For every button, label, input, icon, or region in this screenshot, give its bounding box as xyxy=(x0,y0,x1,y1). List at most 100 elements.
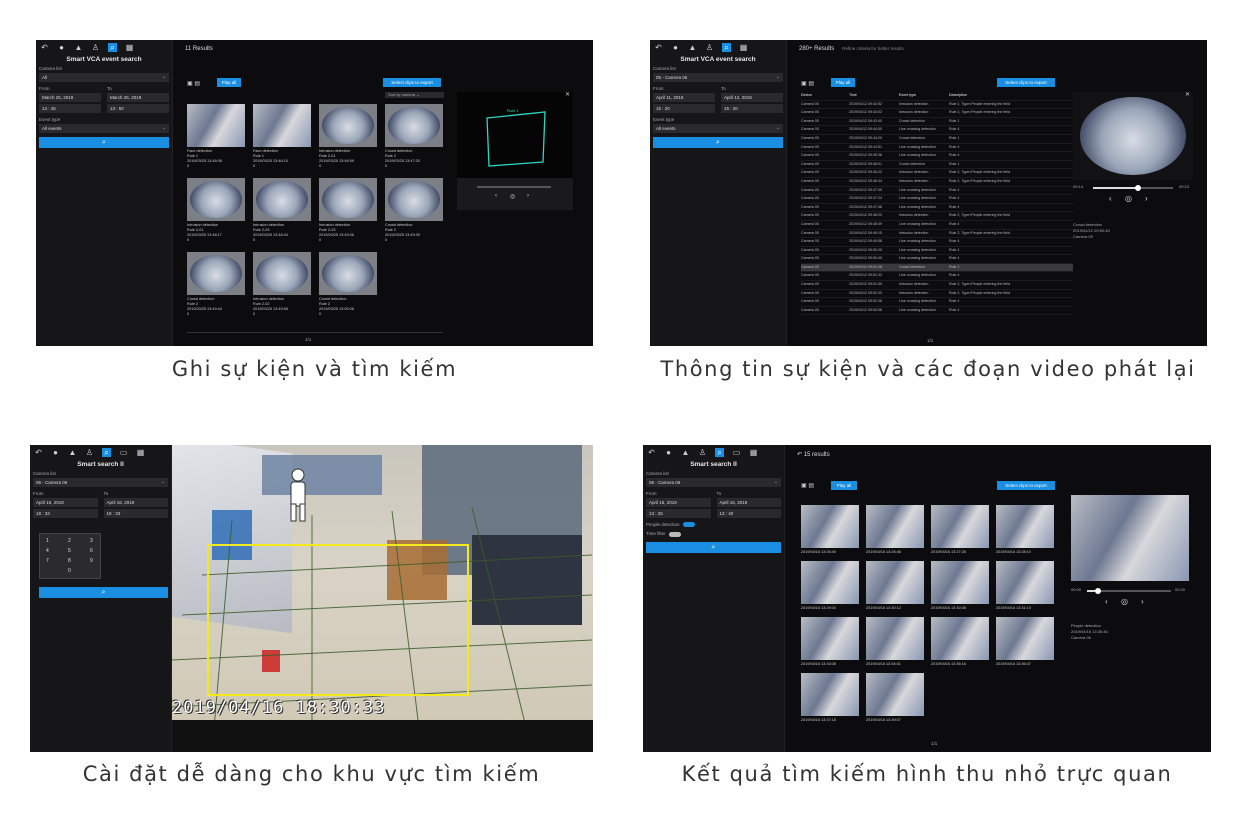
camera-icon[interactable]: ● xyxy=(51,448,60,457)
column-header[interactable]: Device xyxy=(801,92,849,100)
table-row[interactable]: Camera 05 2019/04/12 09:42:52 Intrusion de… xyxy=(801,101,1073,110)
table-row[interactable]: Camera 05 2019/04/12 09:52:20 Intrusion de… xyxy=(801,290,1073,299)
close-icon[interactable]: ✕ xyxy=(565,92,570,98)
export-clips-button[interactable]: Select clips to export xyxy=(383,78,441,87)
table-row[interactable]: Camera 05 2019/04/12 09:47:24 Line crossin… xyxy=(801,195,1073,204)
from-time-field[interactable]: 18 : 33 xyxy=(33,509,98,518)
to-date-field[interactable]: April 16, 2019 xyxy=(716,498,781,507)
thumbnail-card[interactable]: Face detection Rule 1 2019/03/25 13:46:06 0 xyxy=(187,104,245,169)
play-all-button[interactable]: Play all xyxy=(217,78,241,87)
next-icon[interactable]: › xyxy=(527,193,529,199)
to-time-field[interactable]: 13 : 40 xyxy=(716,509,781,518)
seek-knob[interactable] xyxy=(1135,185,1141,191)
back-arrow-icon[interactable]: ↶ xyxy=(654,43,663,52)
play-icon[interactable]: ◎ xyxy=(1125,194,1132,203)
search-icon[interactable]: ⌕ xyxy=(722,43,731,52)
camera-view[interactable]: 2019/04/16 18:30:33 xyxy=(172,445,593,752)
search-icon[interactable]: ⌕ xyxy=(108,43,117,52)
bell-icon[interactable]: ▲ xyxy=(68,448,77,457)
from-time-field[interactable]: 13 : 25 xyxy=(646,509,711,518)
search-icon[interactable]: ⌕ xyxy=(715,448,724,457)
back-arrow-icon[interactable]: ↶ xyxy=(34,448,43,457)
back-arrow-icon[interactable]: ↶ xyxy=(797,452,804,458)
thumbnail-card[interactable]: Intrusion detection Rule 2-01 2019/03/25 1… xyxy=(319,104,377,169)
table-row[interactable]: Camera 05 2019/04/12 09:51:55 Intrusion de… xyxy=(801,281,1073,290)
thumbnail-card[interactable]: Intrusion detection Rule 2-03 2019/03/25 1… xyxy=(319,178,377,243)
table-row[interactable]: Camera 05 2019/04/12 09:44:51 Line crossin… xyxy=(801,144,1073,153)
grid-icon[interactable]: ▦ xyxy=(739,43,748,52)
table-row[interactable]: Camera 05 2019/04/12 09:46:44 Intrusion de… xyxy=(801,178,1073,187)
key-8[interactable]: 8 xyxy=(68,558,71,564)
thumbnail-card[interactable]: 2019/04/16 13:31:10 xyxy=(996,561,1054,611)
grid-icon[interactable]: ▦ xyxy=(125,43,134,52)
table-row[interactable]: Camera 05 2019/04/12 09:48:20 Intrusion de… xyxy=(801,212,1073,221)
table-row[interactable]: Camera 05 2019/04/12 09:51:32 Line crossin… xyxy=(801,272,1073,282)
thumbnail-card[interactable]: 2019/04/16 13:36:47 xyxy=(996,617,1054,667)
column-header[interactable]: Time xyxy=(849,92,899,100)
time-keypad[interactable]: 1 2 3 4 5 6 7 8 9 0 xyxy=(39,533,101,579)
toggle-switch[interactable] xyxy=(668,531,681,537)
bell-icon[interactable]: ▲ xyxy=(681,448,690,457)
table-row[interactable]: Camera 05 2019/04/12 09:52:46 Line crossin… xyxy=(801,298,1073,307)
key-3[interactable]: 3 xyxy=(90,538,93,544)
thumbnail-card[interactable]: Crowd detection Rule 2 2019/03/25 13:50:06… xyxy=(319,252,377,317)
bell-icon[interactable]: ▲ xyxy=(688,43,697,52)
camera-select[interactable]: 06 - Camera 06 ⌄ xyxy=(646,478,781,487)
search-icon[interactable]: ⌕ xyxy=(102,448,111,457)
thumbnail-card[interactable]: 2019/04/16 13:30:35 xyxy=(931,561,989,611)
from-date-field[interactable]: April 11, 2019 xyxy=(653,93,715,102)
person-icon[interactable]: ♙ xyxy=(85,448,94,457)
thumbnail-card[interactable]: 2019/04/16 13:35:16 xyxy=(931,617,989,667)
time-filter-toggle[interactable]: Time filter xyxy=(643,528,784,537)
search-button[interactable]: ⌕ xyxy=(39,587,168,598)
search-button[interactable]: ⌕ xyxy=(653,137,783,148)
camera-select[interactable]: All ⌄ xyxy=(39,73,169,82)
thumbnail-card[interactable]: Crowd detection Rule 2 2019/03/25 13:49:30… xyxy=(385,178,443,243)
thumbnail-card[interactable]: Intrusion detection Rule 2-02 2019/03/25 1… xyxy=(253,252,311,317)
thumbnail-card[interactable]: 2019/04/16 13:34:01 xyxy=(866,617,924,667)
camera-icon[interactable]: ● xyxy=(664,448,673,457)
table-row[interactable]: Camera 05 2019/04/12 09:46:01 Crowd detect… xyxy=(801,161,1073,170)
table-row[interactable]: Camera 05 2019/04/12 09:46:22 Intrusion de… xyxy=(801,169,1073,178)
from-time-field[interactable]: 13 : 45 xyxy=(39,104,101,113)
person-icon[interactable]: ♙ xyxy=(698,448,707,457)
search-button[interactable]: ⌕ xyxy=(39,137,169,148)
thumbnail-card[interactable]: 2019/04/16 13:30:12 xyxy=(866,561,924,611)
pagination[interactable]: 1/1 xyxy=(931,741,937,746)
key-5[interactable]: 5 xyxy=(68,548,71,554)
table-row[interactable]: Camera 05 2019/04/12 09:47:05 Line crossin… xyxy=(801,187,1073,196)
column-header[interactable]: Description xyxy=(949,92,1073,100)
thumbnail-card[interactable]: 2019/04/16 13:39:07 xyxy=(866,673,924,723)
pagination[interactable]: 1/1 xyxy=(305,337,311,342)
play-icon[interactable]: ◎ xyxy=(510,193,515,200)
thumbnail-card[interactable]: Intrusion detection Rule 2-01 2019/03/25 1… xyxy=(187,178,245,243)
thumbnail-card[interactable]: Face detection Rule 1 2019/03/25 13:46:15 0 xyxy=(253,104,311,169)
thumbnail-card[interactable]: 2019/04/16 13:37:18 xyxy=(801,673,859,723)
table-row[interactable]: Camera 05 2019/04/12 09:45:38 Line crossin… xyxy=(801,152,1073,161)
from-time-field[interactable]: 15 : 20 xyxy=(653,104,715,113)
person-icon[interactable]: ♙ xyxy=(91,43,100,52)
thumbnail-card[interactable]: 2019/04/16 13:25:40 xyxy=(801,505,859,555)
key-0[interactable]: 0 xyxy=(68,568,71,574)
table-row[interactable]: Camera 05 2019/04/12 09:49:58 Line crossin… xyxy=(801,238,1073,247)
prev-icon[interactable]: ‹ xyxy=(1109,194,1112,203)
seek-bar[interactable] xyxy=(1087,588,1171,594)
key-6[interactable]: 6 xyxy=(90,548,93,554)
from-date-field[interactable]: April 16, 2019 xyxy=(646,498,711,507)
prev-icon[interactable]: ‹ xyxy=(495,193,497,199)
table-row[interactable]: Camera 05 2019/04/12 09:50:45 Line crossin… xyxy=(801,255,1073,264)
seek-bar[interactable] xyxy=(477,186,551,188)
to-time-field[interactable]: 18 : 33 xyxy=(103,509,168,518)
table-row[interactable]: Camera 05 2019/04/12 09:48:39 Line crossin… xyxy=(801,221,1073,230)
close-icon[interactable]: ✕ xyxy=(1182,495,1187,501)
key-2[interactable]: 2 xyxy=(68,538,71,544)
play-icon[interactable]: ◎ xyxy=(1121,597,1128,606)
table-row[interactable]: Camera 05 2019/04/12 09:53:06 Line crossin… xyxy=(801,307,1073,316)
close-icon[interactable]: ✕ xyxy=(1185,92,1190,98)
thumbnail-card[interactable]: 2019/04/16 13:28:10 xyxy=(996,505,1054,555)
sort-select[interactable]: Sort by camera ⌄ xyxy=(385,92,444,98)
person-icon[interactable]: ♙ xyxy=(705,43,714,52)
table-row[interactable]: Camera 05 2019/04/12 09:43:40 Crowd detect… xyxy=(801,118,1073,127)
thumbnail-card[interactable]: 2019/04/16 13:33:08 xyxy=(801,617,859,667)
view-toggle[interactable]: ▣ ▤ xyxy=(801,80,814,87)
